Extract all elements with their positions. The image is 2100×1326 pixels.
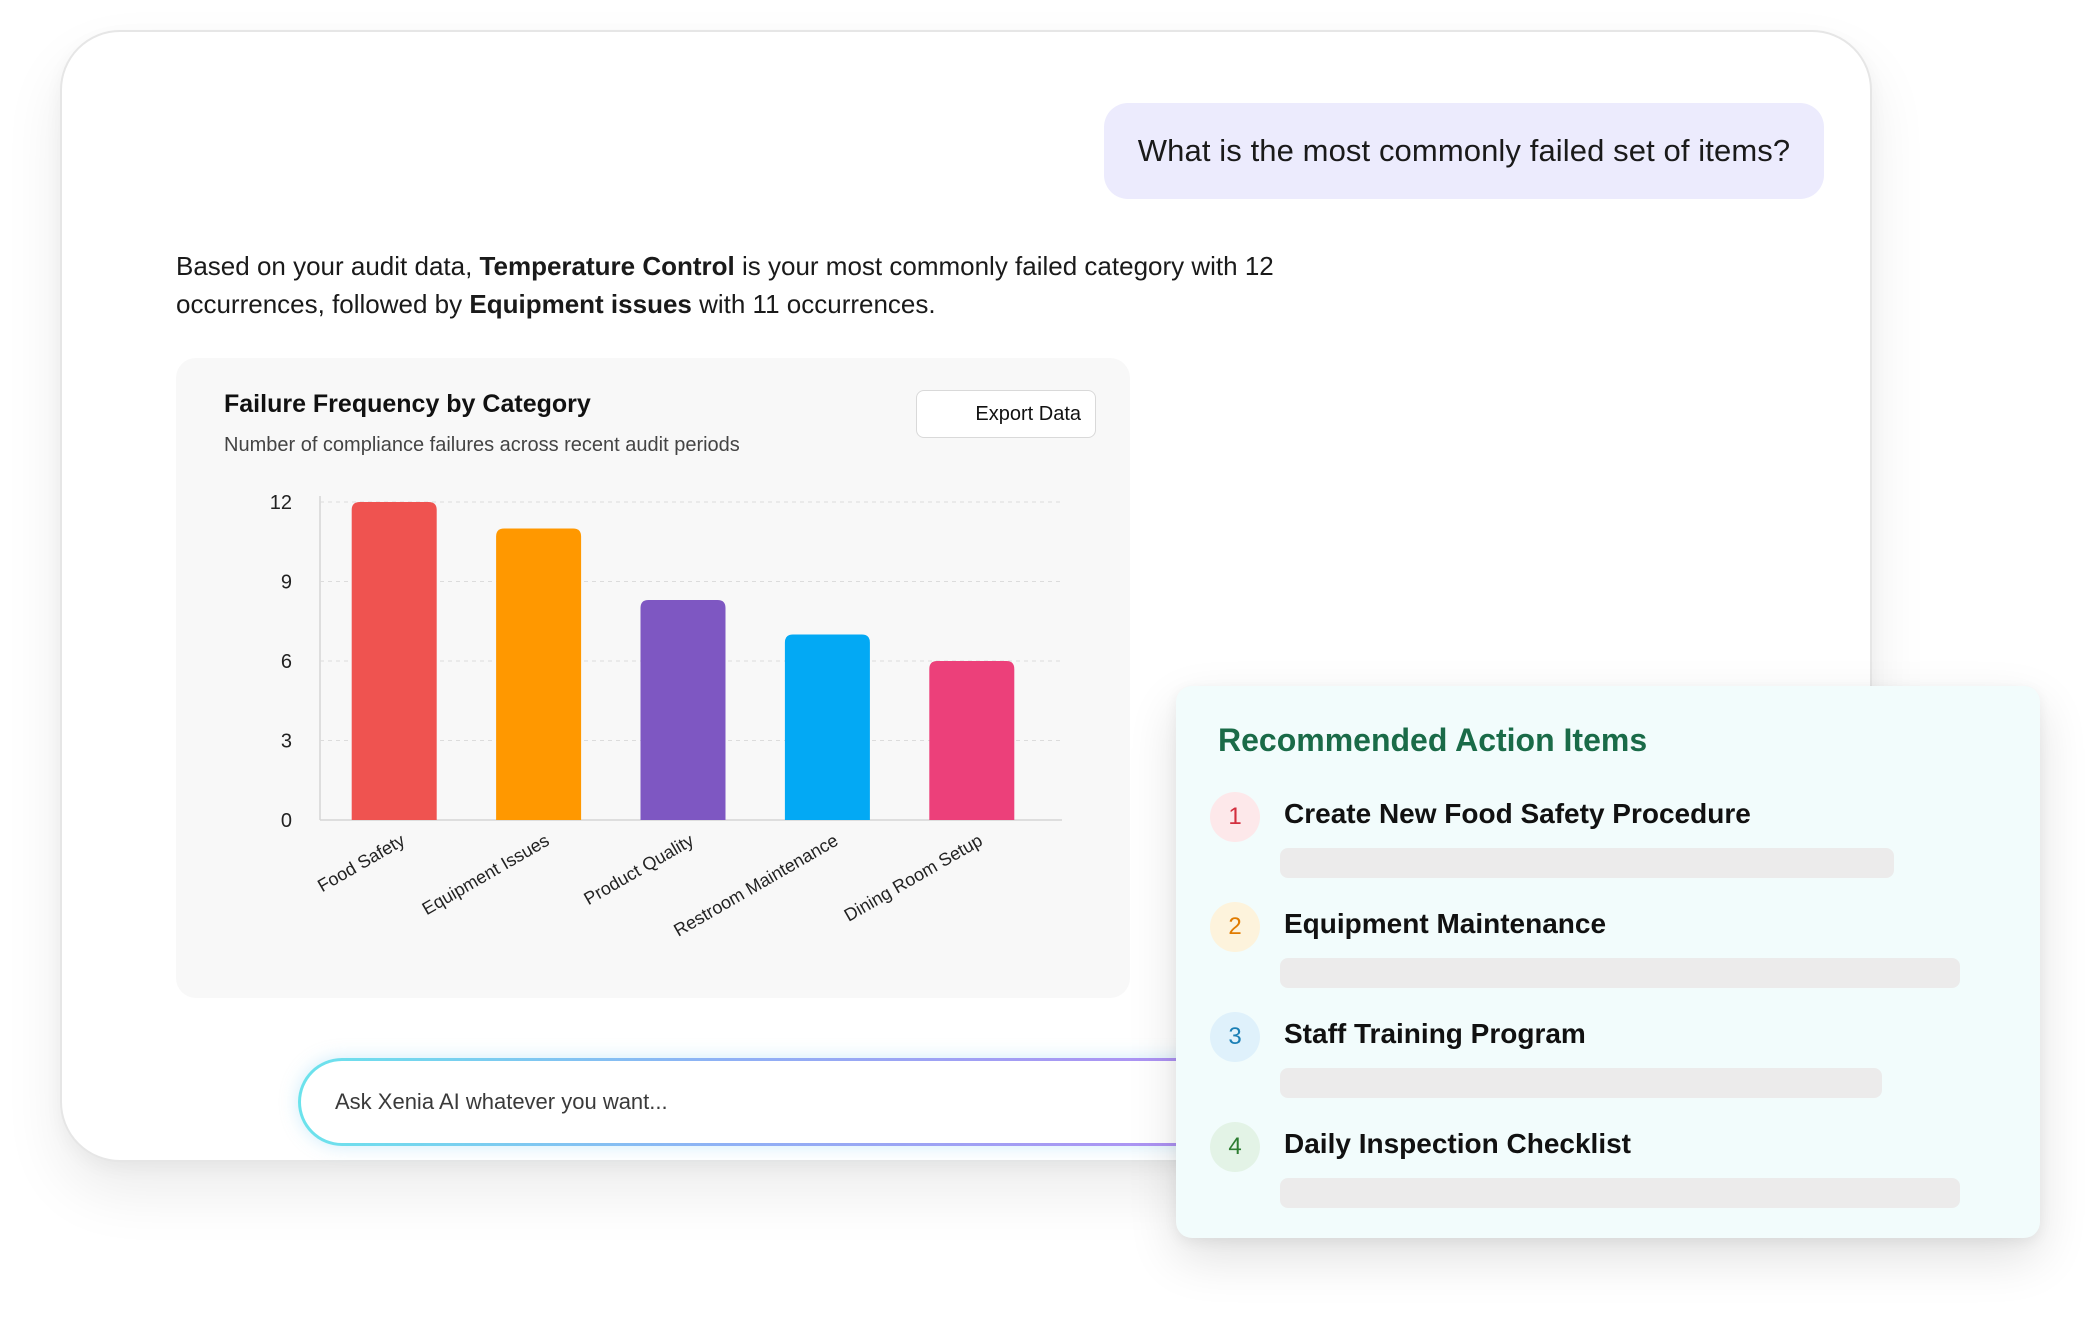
y-tick-label: 0 xyxy=(281,810,292,832)
x-tick-label: Food Safety xyxy=(314,830,408,896)
bar-dining-room-setup xyxy=(929,661,1015,820)
answer-highlight-2: Equipment issues xyxy=(469,289,692,319)
skeleton-placeholder-bar xyxy=(1280,958,1960,988)
chart-title: Failure Frequency by Category xyxy=(224,390,591,418)
x-tick-label: Product Quality xyxy=(580,830,697,909)
action-item-label: Equipment Maintenance xyxy=(1284,908,1607,939)
bar-equipment-issues xyxy=(496,528,582,820)
skeleton-placeholder-bar xyxy=(1280,1068,1882,1098)
user-message-bubble: What is the most commonly failed set of … xyxy=(1104,103,1824,199)
action-panel-title: Recommended Action Items xyxy=(1218,722,1648,758)
stage: What is the most commonly failed set of … xyxy=(0,0,2100,1326)
export-data-button[interactable]: Export Data xyxy=(916,390,1096,438)
skeleton-placeholder-bar xyxy=(1280,1178,1960,1208)
bar-product-quality xyxy=(640,600,726,820)
chart-subtitle: Number of compliance failures across rec… xyxy=(224,434,740,456)
action-item-label: Create New Food Safety Procedure xyxy=(1284,798,1751,829)
action-number-badge: 4 xyxy=(1210,1122,1260,1172)
action-number-badge: 3 xyxy=(1210,1012,1260,1062)
action-item[interactable]: 3 Staff Training Program xyxy=(1210,1012,2010,1112)
ask-input-container xyxy=(298,1058,1258,1146)
action-number-badge: 1 xyxy=(1210,792,1260,842)
action-item[interactable]: 2 Equipment Maintenance xyxy=(1210,902,2010,1002)
ask-ai-input[interactable] xyxy=(301,1061,1255,1143)
answer-highlight-1: Temperature Control xyxy=(479,251,735,281)
action-item[interactable]: 1 Create New Food Safety Procedure xyxy=(1210,792,2010,892)
answer-text-3: with 11 occurrences. xyxy=(691,289,936,319)
y-tick-label: 12 xyxy=(270,492,292,514)
bar-restroom-maintenance xyxy=(784,634,870,820)
x-tick-label: Dining Room Setup xyxy=(841,830,986,925)
assistant-answer: Based on your audit data, Temperature Co… xyxy=(176,247,1356,323)
action-item-label: Staff Training Program xyxy=(1284,1018,1586,1049)
x-tick-label: Equipment Issues xyxy=(419,830,553,919)
action-item-label: Daily Inspection Checklist xyxy=(1284,1128,1631,1159)
y-tick-label: 9 xyxy=(281,572,292,594)
action-number-badge: 2 xyxy=(1210,902,1260,952)
action-item[interactable]: 4 Daily Inspection Checklist xyxy=(1210,1122,2010,1222)
y-tick-label: 6 xyxy=(281,651,292,673)
skeleton-placeholder-bar xyxy=(1280,848,1894,878)
recommended-actions-panel: Recommended Action Items 1 Create New Foo… xyxy=(1176,686,2040,1238)
user-message-text: What is the most commonly failed set of … xyxy=(1137,133,1791,168)
chart-card: 0 3 6 9 12 Food Safety Equipment Issues Product… xyxy=(176,358,1130,998)
bar-food-safety xyxy=(351,502,437,820)
y-tick-label: 3 xyxy=(281,731,292,753)
answer-text-1: Based on your audit data, xyxy=(176,251,480,281)
